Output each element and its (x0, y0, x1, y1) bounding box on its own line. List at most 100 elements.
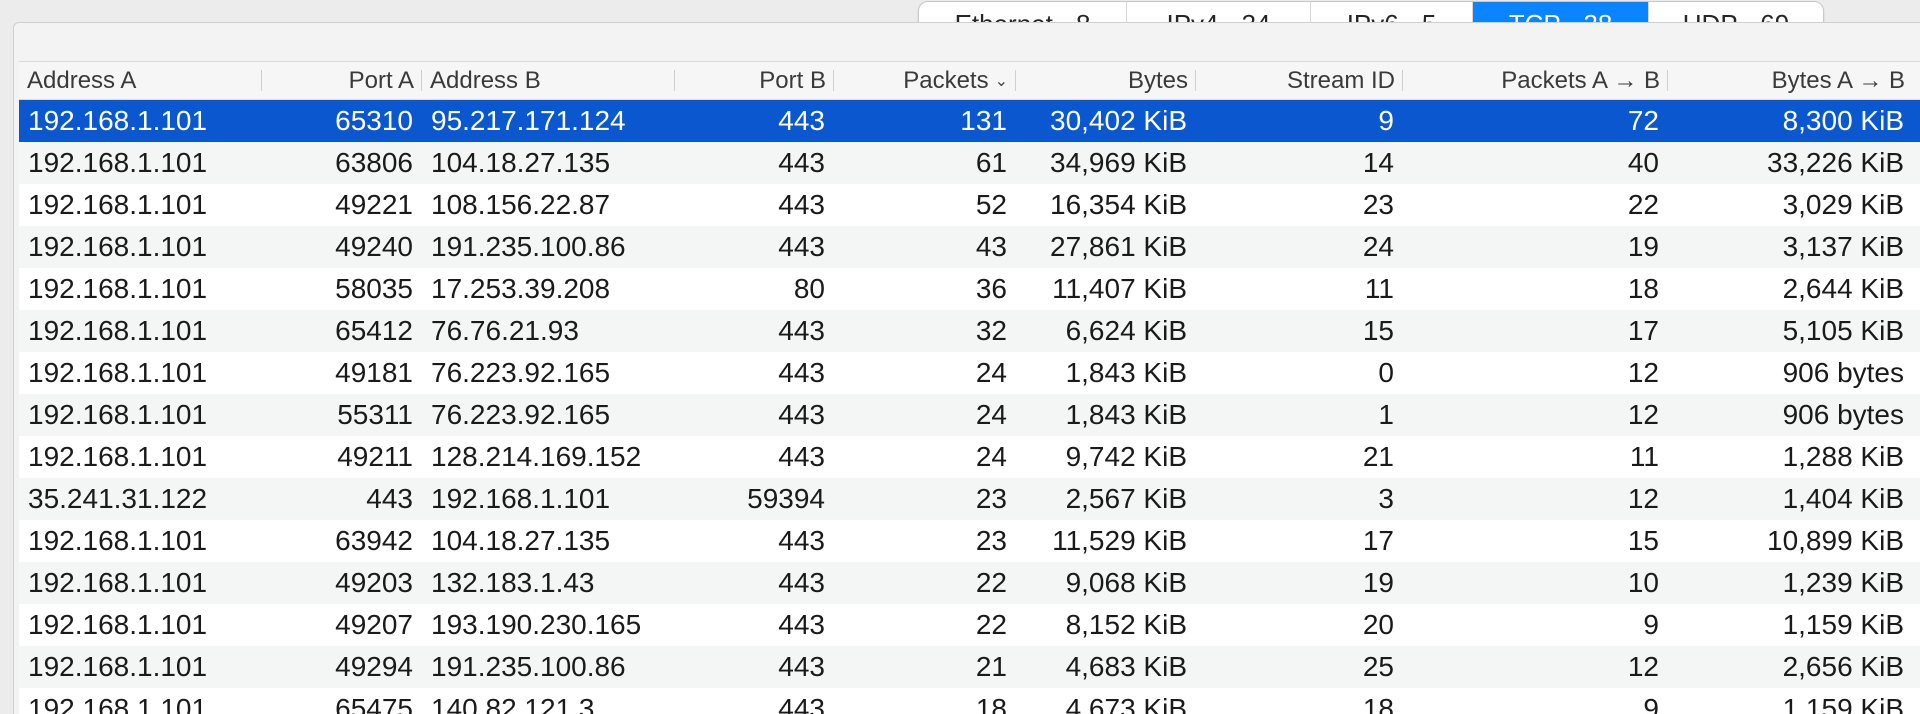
table-row[interactable]: 192.168.1.101 58035 17.253.39.208 80 36 11,40… (19, 268, 1920, 310)
table-row[interactable]: 192.168.1.101 49211 128.214.169.152 443 24 9,… (19, 436, 1920, 478)
cell-stream-id: 20 (1362, 609, 1394, 640)
cell-address-b: 104.18.27.135 (431, 525, 611, 556)
cell-port-b: 443 (778, 147, 825, 178)
column-header-address-a[interactable]: Address A (19, 62, 262, 99)
cell-stream-id: 1 (1378, 399, 1394, 430)
cell-packets-a-to-b: 40 (1627, 147, 1659, 178)
table-row[interactable]: 192.168.1.101 49207 193.190.230.165 443 22 8,… (19, 604, 1920, 646)
table-row[interactable]: 192.168.1.101 65412 76.76.21.93 443 32 6,624 … (19, 310, 1920, 352)
cell-address-a: 35.241.31.122 (28, 483, 208, 514)
table-row[interactable]: 192.168.1.101 55311 76.223.92.165 443 24 1,84… (19, 394, 1920, 436)
cell-address-b: 140.82.121.3 (431, 693, 595, 714)
cell-port-a: 49203 (335, 567, 413, 598)
table-row[interactable]: 35.241.31.122 443 192.168.1.101 59394 23 2,56… (19, 478, 1920, 520)
column-header-packets-a-to-b[interactable]: Packets A → B (1403, 62, 1668, 99)
column-header-label: Port B (759, 66, 826, 94)
cell-address-b: 191.235.100.86 (431, 651, 626, 682)
cell-address-b: 76.76.21.93 (431, 315, 579, 346)
column-header-bytes-a-to-b[interactable]: Bytes A → B (1668, 62, 1913, 99)
cell-stream-id: 9 (1378, 105, 1394, 136)
cell-address-a: 192.168.1.101 (28, 567, 208, 598)
cell-stream-id: 3 (1378, 483, 1394, 514)
cell-address-b: 104.18.27.135 (431, 147, 611, 178)
cell-port-b: 443 (778, 231, 825, 262)
cell-bytes: 4,683 KiB (1065, 651, 1187, 682)
cell-bytes-a-to-b: 5,105 KiB (1782, 315, 1904, 346)
cell-stream-id: 0 (1378, 357, 1394, 388)
cell-bytes-a-to-b: 3,137 KiB (1782, 231, 1904, 262)
table-row[interactable]: 192.168.1.101 65310 95.217.171.124 443 131 30… (19, 100, 1920, 142)
cell-port-a: 49207 (335, 609, 413, 640)
cell-bytes-a-to-b: 906 bytes (1782, 399, 1904, 430)
cell-packets: 24 (975, 399, 1007, 430)
table-row[interactable]: 192.168.1.101 49221 108.156.22.87 443 52 16,3… (19, 184, 1920, 226)
cell-bytes-a-to-b: 1,404 KiB (1782, 483, 1904, 514)
table-row[interactable]: 192.168.1.101 49203 132.183.1.43 443 22 9,068… (19, 562, 1920, 604)
cell-address-a: 192.168.1.101 (28, 357, 208, 388)
cell-bytes-a-to-b: 3,029 KiB (1782, 189, 1904, 220)
cell-packets-a-to-b: 12 (1627, 651, 1659, 682)
cell-stream-id: 15 (1362, 315, 1394, 346)
cell-port-b: 443 (778, 693, 825, 714)
cell-port-b: 59394 (747, 483, 825, 514)
cell-stream-id: 18 (1362, 693, 1394, 714)
tcp-conversations-table: Address A Port A Address B Port B Packet… (19, 61, 1920, 714)
cell-port-b: 443 (778, 441, 825, 472)
table-row[interactable]: 192.168.1.101 63806 104.18.27.135 443 61 34,9… (19, 142, 1920, 184)
cell-bytes: 11,529 KiB (1052, 525, 1187, 556)
cell-bytes-a-to-b: 2,644 KiB (1782, 273, 1904, 304)
cell-bytes: 2,567 KiB (1065, 483, 1187, 514)
cell-stream-id: 25 (1362, 651, 1394, 682)
cell-bytes: 27,861 KiB (1050, 231, 1187, 262)
cell-packets-a-to-b: 22 (1627, 189, 1659, 220)
cell-port-b: 443 (778, 189, 825, 220)
cell-address-b: 76.223.92.165 (431, 357, 611, 388)
column-header-bytes[interactable]: Bytes (1016, 62, 1196, 99)
cell-packets-a-to-b: 15 (1627, 525, 1659, 556)
cell-stream-id: 11 (1364, 273, 1394, 304)
cell-port-b: 443 (778, 357, 825, 388)
cell-packets-a-to-b: 9 (1643, 609, 1659, 640)
column-header-label: Packets A → B (1501, 66, 1660, 94)
column-header-label: Packets (903, 66, 989, 94)
cell-bytes: 8,152 KiB (1065, 609, 1187, 640)
cell-stream-id: 24 (1362, 231, 1394, 262)
column-header-address-b[interactable]: Address B (422, 62, 675, 99)
cell-address-a: 192.168.1.101 (28, 609, 208, 640)
cell-bytes: 4,673 KiB (1065, 693, 1187, 714)
cell-port-a: 443 (366, 483, 413, 514)
cell-address-b: 193.190.230.165 (431, 609, 642, 640)
cell-bytes-a-to-b: 33,226 KiB (1767, 147, 1904, 178)
table-row[interactable]: 192.168.1.101 49181 76.223.92.165 443 24 1,84… (19, 352, 1920, 394)
cell-stream-id: 19 (1362, 567, 1394, 598)
column-header-stream-id[interactable]: Stream ID (1196, 62, 1403, 99)
cell-bytes: 1,843 KiB (1065, 357, 1187, 388)
cell-bytes: 9,068 KiB (1065, 567, 1187, 598)
table-header: Address A Port A Address B Port B Packet… (19, 61, 1920, 100)
column-header-port-b[interactable]: Port B (675, 62, 834, 99)
cell-packets-a-to-b: 9 (1643, 693, 1659, 714)
cell-packets-a-to-b: 12 (1627, 483, 1659, 514)
column-header-label: Bytes (1127, 66, 1188, 94)
cell-bytes-a-to-b: 906 bytes (1782, 357, 1904, 388)
cell-port-a: 63806 (335, 147, 413, 178)
column-header-label: Address B (430, 66, 541, 94)
column-header-label: Bytes A → B (1771, 66, 1905, 94)
cell-port-a: 65412 (335, 315, 413, 346)
cell-packets: 43 (975, 231, 1007, 262)
cell-port-a: 49211 (337, 441, 413, 472)
cell-port-b: 80 (793, 273, 825, 304)
cell-port-b: 443 (778, 105, 825, 136)
cell-address-b: 128.214.169.152 (431, 441, 642, 472)
cell-address-b: 95.217.171.124 (431, 105, 626, 136)
table-row[interactable]: 192.168.1.101 63942 104.18.27.135 443 23 11,5… (19, 520, 1920, 562)
column-header-port-a[interactable]: Port A (262, 62, 422, 99)
cell-bytes: 6,624 KiB (1065, 315, 1187, 346)
cell-address-b: 108.156.22.87 (431, 189, 611, 220)
table-row[interactable]: 192.168.1.101 49294 191.235.100.86 443 21 4,6… (19, 646, 1920, 688)
column-header-packets[interactable]: Packets ⌄ (834, 62, 1016, 99)
cell-packets: 36 (975, 273, 1007, 304)
cell-packets: 24 (975, 357, 1007, 388)
table-row[interactable]: 192.168.1.101 65475 140.82.121.3 443 18 4,673… (19, 688, 1920, 714)
table-row[interactable]: 192.168.1.101 49240 191.235.100.86 443 43 27,… (19, 226, 1920, 268)
